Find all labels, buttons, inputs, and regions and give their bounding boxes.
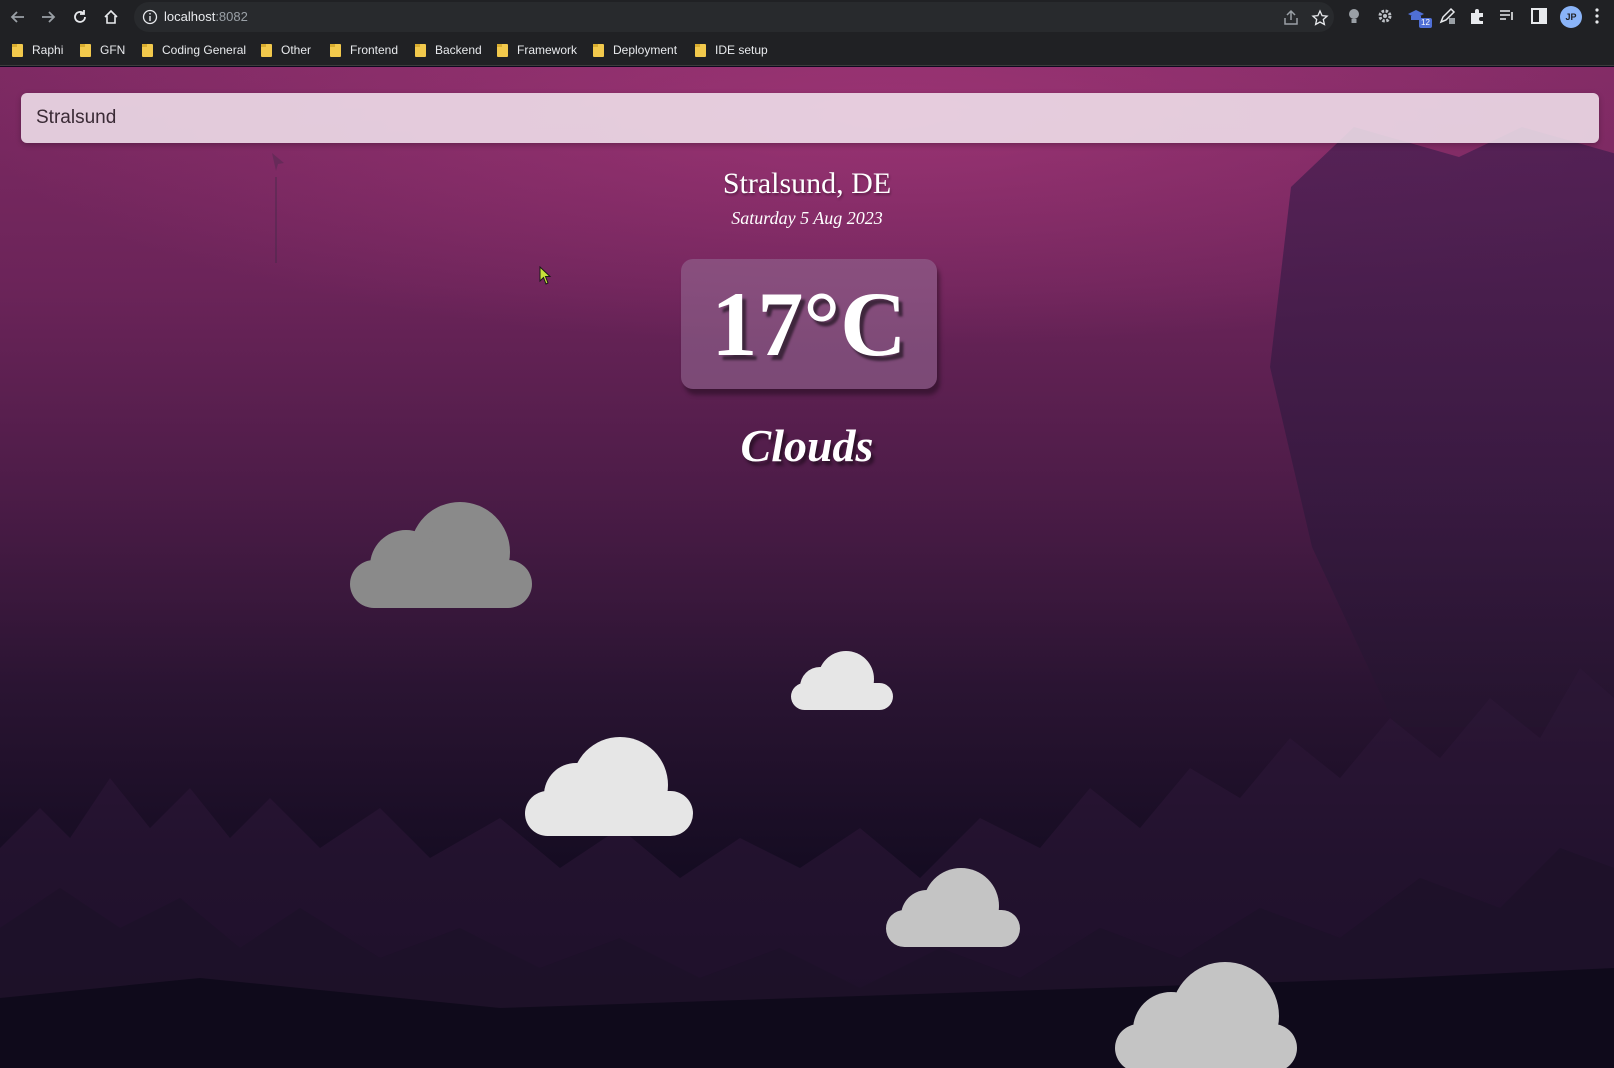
background-forest bbox=[0, 668, 1614, 1068]
city-search-bar[interactable] bbox=[21, 93, 1599, 143]
folder-icon bbox=[497, 43, 508, 57]
bookmark-label: Frontend bbox=[350, 43, 399, 57]
folder-icon bbox=[695, 43, 706, 57]
home-icon[interactable] bbox=[99, 5, 123, 29]
bookmark-ide-setup[interactable]: IDE setup bbox=[695, 41, 768, 59]
bookmark-deployment[interactable]: Deployment bbox=[593, 41, 677, 59]
folder-icon bbox=[80, 43, 91, 57]
folder-icon bbox=[330, 43, 341, 57]
city-search-input[interactable] bbox=[21, 93, 1599, 143]
weather-condition: Clouds bbox=[740, 420, 874, 471]
cloud-icon bbox=[525, 737, 693, 836]
bookmark-star-icon[interactable] bbox=[1311, 9, 1329, 27]
bookmark-frontend[interactable]: Frontend bbox=[330, 41, 398, 59]
weather-app: Stralsund, DE Saturday 5 Aug 2023 17°C C… bbox=[0, 67, 1614, 1068]
cloud-icon bbox=[350, 502, 532, 608]
bookmark-framework[interactable]: Framework bbox=[497, 41, 577, 59]
bookmark-label: IDE setup bbox=[715, 43, 768, 57]
bookmarks-bar: Raphi GFN Coding General Other Frontend … bbox=[0, 34, 1614, 66]
location-title: Stralsund, DE bbox=[722, 167, 892, 200]
extension-lightbulb-icon[interactable] bbox=[1345, 7, 1363, 25]
folder-icon bbox=[12, 43, 23, 57]
profile-avatar[interactable]: JP bbox=[1560, 6, 1582, 28]
side-panel-icon[interactable] bbox=[1530, 7, 1548, 25]
extension-gear-icon[interactable] bbox=[1376, 7, 1394, 25]
bookmark-label: Coding General bbox=[162, 43, 247, 57]
extension-pen-icon[interactable] bbox=[1438, 7, 1456, 25]
cloud-icon bbox=[886, 868, 1020, 947]
share-icon[interactable] bbox=[1282, 9, 1300, 27]
bookmark-label: Backend bbox=[435, 43, 482, 57]
bookmark-label: Deployment bbox=[613, 43, 678, 57]
folder-icon bbox=[261, 43, 272, 57]
cloud-icon bbox=[1115, 962, 1297, 1068]
bookmark-coding-general[interactable]: Coding General bbox=[142, 41, 246, 59]
bookmark-label: Framework bbox=[517, 43, 578, 57]
folder-icon bbox=[142, 43, 153, 57]
extension-badge: 12 bbox=[1419, 18, 1432, 28]
bookmark-label: GFN bbox=[100, 43, 126, 57]
cloud-icon bbox=[791, 651, 893, 710]
reload-icon[interactable] bbox=[68, 5, 92, 29]
forward-icon[interactable] bbox=[36, 5, 60, 29]
extensions-puzzle-icon[interactable] bbox=[1468, 7, 1486, 25]
current-date: Saturday 5 Aug 2023 bbox=[731, 208, 883, 228]
site-info-icon[interactable] bbox=[142, 9, 158, 25]
bookmark-backend[interactable]: Backend bbox=[415, 41, 482, 59]
bookmark-raphi[interactable]: Raphi bbox=[12, 41, 63, 59]
url-text[interactable]: localhost:8082 bbox=[164, 9, 248, 24]
temperature-value: 17°C bbox=[711, 273, 907, 375]
browser-toolbar: localhost:8082 12 JP bbox=[0, 0, 1614, 34]
mouse-cursor-icon bbox=[539, 266, 552, 285]
avatar-initials: JP bbox=[1565, 12, 1577, 22]
folder-icon bbox=[593, 43, 604, 57]
bookmark-label: Raphi bbox=[32, 43, 64, 57]
bookmark-other[interactable]: Other bbox=[261, 41, 311, 59]
reading-list-icon[interactable] bbox=[1498, 7, 1516, 25]
folder-icon bbox=[415, 43, 426, 57]
temperature-card: 17°C bbox=[681, 259, 937, 389]
bookmark-gfn[interactable]: GFN bbox=[80, 41, 125, 59]
bookmark-label: Other bbox=[281, 43, 312, 57]
cursor-trail-icon bbox=[272, 153, 284, 263]
address-bar[interactable]: localhost:8082 bbox=[134, 2, 1334, 32]
back-icon[interactable] bbox=[6, 5, 30, 29]
menu-kebab-icon[interactable] bbox=[1593, 7, 1601, 25]
